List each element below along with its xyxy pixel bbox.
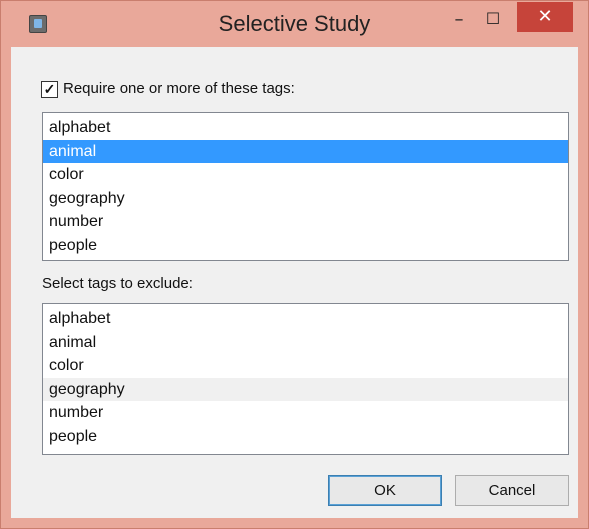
close-button[interactable]: ✕ <box>517 2 573 32</box>
list-item[interactable]: color <box>43 163 568 187</box>
dialog-body: ✓ Require one or more of these tags: alp… <box>11 47 578 518</box>
list-item[interactable]: color <box>43 354 568 378</box>
list-item[interactable]: alphabet <box>43 307 568 331</box>
exclude-tags-list[interactable]: alphabet animal color geography number p… <box>42 303 569 455</box>
dialog-window: Selective Study – ☐ ✕ ✓ Require one or m… <box>0 0 589 529</box>
list-item[interactable]: number <box>43 210 568 234</box>
list-item[interactable]: animal <box>43 331 568 355</box>
require-tags-list[interactable]: alphabet animal color geography number p… <box>42 112 569 261</box>
maximize-button[interactable]: ☐ <box>478 9 508 31</box>
list-item[interactable]: geography <box>43 377 568 401</box>
title-bar[interactable]: Selective Study – ☐ ✕ <box>1 1 588 47</box>
list-item[interactable]: number <box>43 401 568 425</box>
list-item[interactable]: animal <box>43 139 568 163</box>
list-item[interactable]: alphabet <box>43 116 568 140</box>
list-item[interactable]: people <box>43 425 568 449</box>
list-item[interactable]: geography <box>43 187 568 211</box>
require-tags-label[interactable]: Require one or more of these tags: <box>63 80 295 97</box>
list-item[interactable]: people <box>43 234 568 258</box>
ok-button[interactable]: OK <box>328 475 442 506</box>
minimize-button[interactable]: – <box>444 9 474 31</box>
require-tags-checkbox[interactable]: ✓ <box>41 81 58 98</box>
exclude-tags-label: Select tags to exclude: <box>42 275 193 292</box>
cancel-button[interactable]: Cancel <box>455 475 569 506</box>
